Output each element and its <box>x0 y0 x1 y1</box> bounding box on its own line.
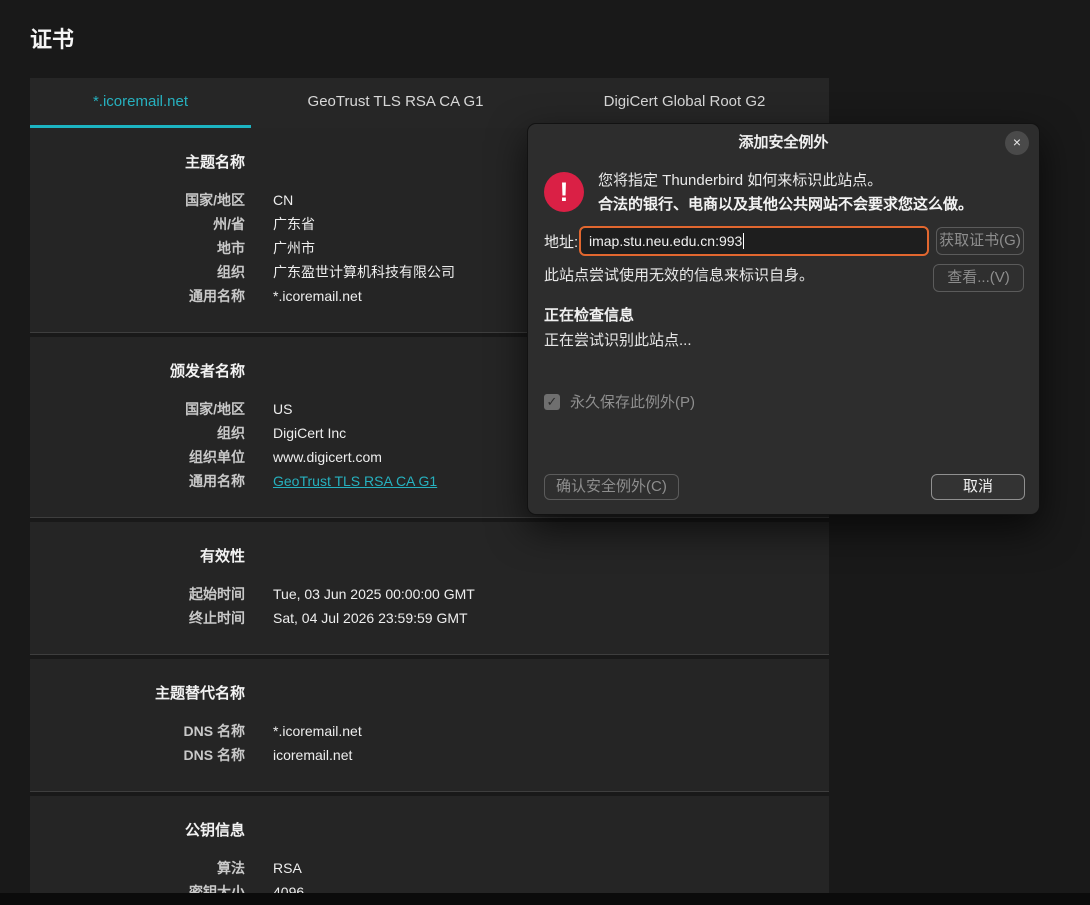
invalid-info-text: 此站点尝试使用无效的信息来标识自身。 <box>544 264 926 288</box>
dialog-body: ! 您将指定 Thunderbird 如何来标识此站点。 合法的银行、电商以及其… <box>528 162 1039 516</box>
text-cursor <box>743 233 744 249</box>
field-value: Tue, 03 Jun 2025 00:00:00 GMT <box>273 582 809 606</box>
field-label: 地市 <box>30 236 245 260</box>
field-value: RSA <box>273 856 809 880</box>
field-label: 通用名称 <box>30 469 245 493</box>
dialog-titlebar: 添加安全例外 × <box>528 124 1039 162</box>
field-label: 国家/地区 <box>30 188 245 212</box>
field-label: 算法 <box>30 856 245 880</box>
address-input[interactable]: imap.stu.neu.edu.cn:993 <box>579 226 929 256</box>
section-heading: 主题替代名称 <box>30 682 245 706</box>
field-label: 州/省 <box>30 212 245 236</box>
certificate-link[interactable]: GeoTrust TLS RSA CA G1 <box>273 473 437 489</box>
field-label: 组织单位 <box>30 445 245 469</box>
window-bottom-edge <box>0 893 1090 905</box>
permanent-exception-label: 永久保存此例外(P) <box>570 391 695 412</box>
certificate-section: 公钥信息算法RSA密钥大小4096 <box>30 796 829 905</box>
close-icon[interactable]: × <box>1005 131 1029 155</box>
address-input-value: imap.stu.neu.edu.cn:993 <box>589 233 742 249</box>
section-heading: 主题名称 <box>30 151 245 175</box>
section-heading: 颁发者名称 <box>30 360 245 384</box>
field-label: 组织 <box>30 421 245 445</box>
get-certificate-button[interactable]: 获取证书(G) <box>936 227 1024 255</box>
page-title: 证书 <box>30 22 1090 54</box>
add-security-exception-dialog: 添加安全例外 × ! 您将指定 Thunderbird 如何来标识此站点。 合法… <box>527 123 1040 515</box>
dialog-title: 添加安全例外 <box>528 124 1039 162</box>
section-heading: 公钥信息 <box>30 819 245 843</box>
certificate-section: 有效性起始时间 Tue, 03 Jun 2025 00:00:00 GMT 终止时间… <box>30 522 829 655</box>
tab-icoremail-net[interactable]: *.icoremail.net <box>30 78 251 128</box>
certificate-section: 主题替代名称 DNS 名称 *.icoremail.net DNS 名称 icorema… <box>30 659 829 792</box>
field-value: Sat, 04 Jul 2026 23:59:59 GMT <box>273 606 809 630</box>
checking-status-heading: 正在检查信息 <box>544 304 1024 328</box>
field-label: DNS 名称 <box>30 743 245 767</box>
view-certificate-button[interactable]: 查看...(V) <box>933 264 1024 292</box>
permanent-exception-checkbox[interactable]: ✓ <box>544 394 560 410</box>
field-label: 起始时间 <box>30 582 245 606</box>
warning-icon: ! <box>544 172 584 212</box>
permanent-exception-row: ✓ 永久保存此例外(P) <box>544 391 1024 412</box>
cancel-button[interactable]: 取消 <box>931 474 1025 500</box>
field-label: DNS 名称 <box>30 719 245 743</box>
field-label: 通用名称 <box>30 284 245 308</box>
tab-digicert-global-root-g2[interactable]: DigiCert Global Root G2 <box>540 78 829 128</box>
certificate-tabbar: *.icoremail.netGeoTrust TLS RSA CA G1Dig… <box>30 78 829 128</box>
tab-geotrust-tls-rsa-ca-g1[interactable]: GeoTrust TLS RSA CA G1 <box>251 78 540 128</box>
section-heading: 有效性 <box>30 545 245 569</box>
address-label: 地址: <box>544 231 579 252</box>
confirm-security-exception-button[interactable]: 确认安全例外(C) <box>544 474 679 500</box>
field-value: icoremail.net <box>273 743 809 767</box>
field-label: 国家/地区 <box>30 397 245 421</box>
intro-warning-text: 合法的银行、电商以及其他公共网站不会要求您这么做。 <box>598 193 973 217</box>
field-label: 终止时间 <box>30 606 245 630</box>
field-value: *.icoremail.net <box>273 719 809 743</box>
field-label: 组织 <box>30 260 245 284</box>
intro-text: 您将指定 Thunderbird 如何来标识此站点。 <box>598 169 973 193</box>
checking-status-text: 正在尝试识别此站点... <box>544 329 1024 353</box>
